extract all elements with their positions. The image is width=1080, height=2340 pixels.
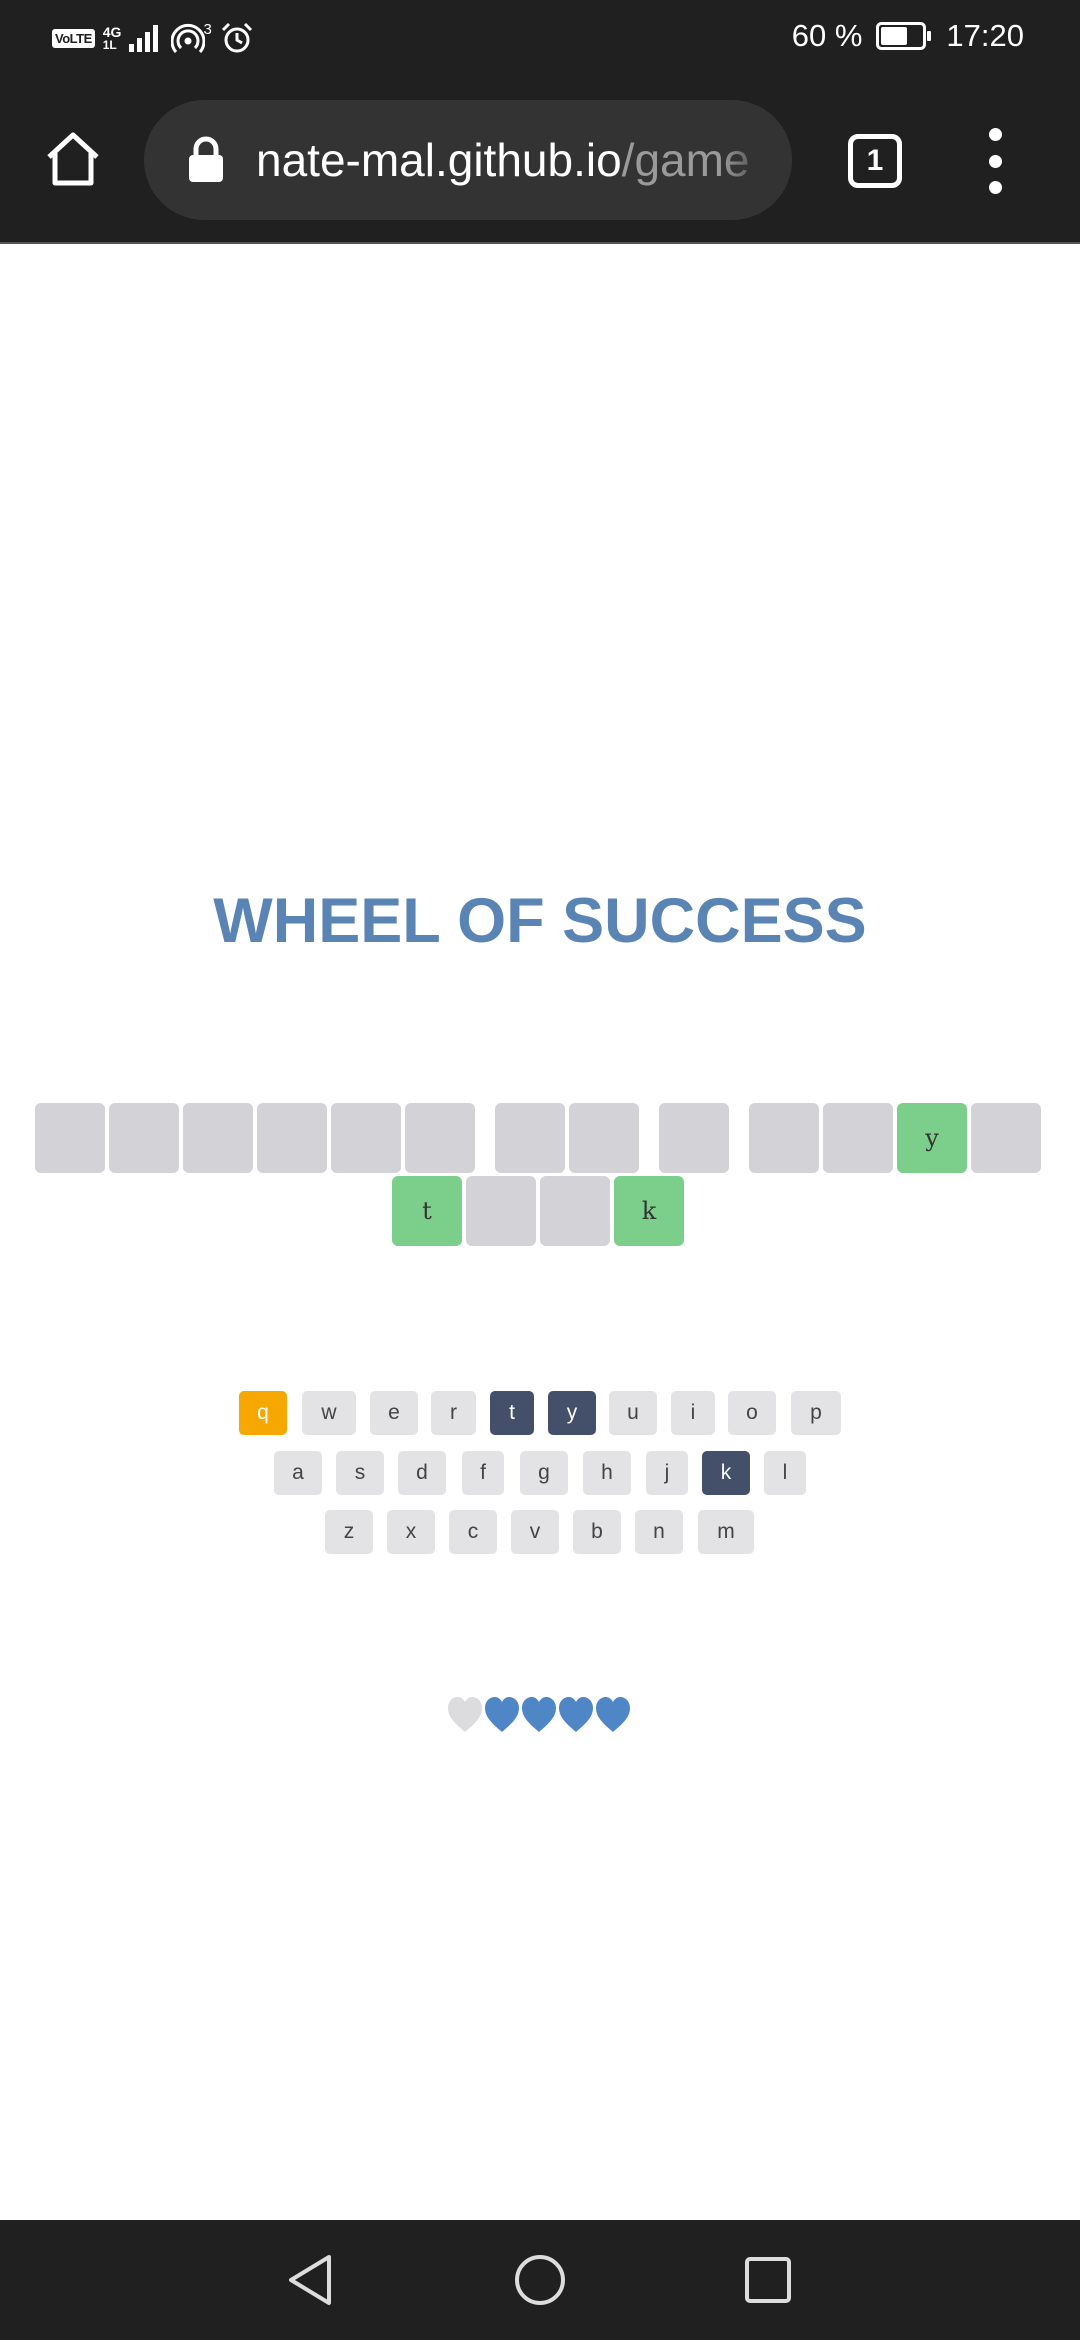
- puzzle-tile-hidden: [749, 1103, 819, 1173]
- key-n[interactable]: n: [635, 1510, 683, 1554]
- heart-full-icon: [522, 1697, 556, 1732]
- network-type: 4G: [102, 24, 122, 40]
- key-l[interactable]: l: [764, 1451, 806, 1495]
- puzzle-tile-hidden: [331, 1103, 401, 1173]
- hotspot-count: 3: [203, 20, 212, 38]
- back-button[interactable]: [280, 2250, 340, 2310]
- clock: 17:20: [946, 18, 1024, 53]
- game-title: WHEEL OF SUCCESS: [213, 886, 867, 956]
- key-u[interactable]: u: [609, 1391, 657, 1435]
- puzzle-tile-revealed: t: [392, 1176, 462, 1246]
- menu-dot: [988, 154, 1002, 168]
- puzzle-tile-hidden: [405, 1103, 475, 1173]
- key-q[interactable]: q: [239, 1391, 287, 1435]
- url-domain: nate-mal.github.io: [256, 134, 622, 186]
- battery-icon: [876, 22, 932, 50]
- puzzle-tile-hidden: [971, 1103, 1041, 1173]
- key-o[interactable]: o: [728, 1391, 776, 1435]
- puzzle-tile-hidden: [569, 1103, 639, 1173]
- key-t[interactable]: t: [490, 1391, 534, 1435]
- key-c[interactable]: c: [449, 1510, 497, 1554]
- key-v[interactable]: v: [511, 1510, 559, 1554]
- hotspot-icon: [171, 23, 206, 53]
- square-recents-icon: [745, 2257, 791, 2303]
- puzzle-tile-hidden: [35, 1103, 105, 1173]
- puzzle-tile-hidden: [257, 1103, 327, 1173]
- puzzle-tile-revealed: y: [897, 1103, 967, 1173]
- key-a[interactable]: a: [274, 1451, 322, 1495]
- home-icon: [47, 132, 99, 186]
- heart-full-icon: [559, 1697, 593, 1732]
- heart-empty-icon: [448, 1697, 482, 1732]
- heart-full-icon: [485, 1697, 519, 1732]
- puzzle-tile-revealed: k: [614, 1176, 684, 1246]
- home-button[interactable]: [40, 126, 106, 192]
- recents-button[interactable]: [738, 2250, 798, 2310]
- alarm-icon: [221, 22, 252, 53]
- puzzle-tile-hidden: [183, 1103, 253, 1173]
- key-i[interactable]: i: [671, 1391, 715, 1435]
- puzzle-tile-hidden: [109, 1103, 179, 1173]
- puzzle-tile-hidden: [466, 1176, 536, 1246]
- network-subtype: 1L: [102, 38, 117, 52]
- key-g[interactable]: g: [520, 1451, 568, 1495]
- key-r[interactable]: r: [431, 1391, 476, 1435]
- overflow-menu-button[interactable]: [980, 128, 1010, 194]
- circle-home-icon: [515, 2255, 565, 2305]
- key-j[interactable]: j: [646, 1451, 688, 1495]
- key-y[interactable]: y: [548, 1391, 596, 1435]
- tab-switcher-button[interactable]: 1: [848, 134, 902, 188]
- puzzle-tile-hidden: [823, 1103, 893, 1173]
- menu-dot: [988, 128, 1002, 141]
- key-s[interactable]: s: [336, 1451, 384, 1495]
- back-icon: [289, 2255, 331, 2305]
- menu-dot: [988, 181, 1002, 194]
- key-x[interactable]: x: [387, 1510, 435, 1554]
- status-bar: VoLTE 4G 1L 3 60 % 17:20: [0, 0, 1080, 76]
- lock-icon: [189, 136, 223, 182]
- key-p[interactable]: p: [791, 1391, 841, 1435]
- url-fade: [722, 100, 792, 220]
- key-z[interactable]: z: [325, 1510, 373, 1554]
- key-b[interactable]: b: [573, 1510, 621, 1554]
- heart-full-icon: [596, 1697, 630, 1732]
- puzzle-tile-hidden: [495, 1103, 565, 1173]
- key-k[interactable]: k: [702, 1451, 750, 1495]
- signal-icon: [129, 25, 159, 52]
- puzzle-tile-hidden: [540, 1176, 610, 1246]
- home-nav-button[interactable]: [510, 2250, 570, 2310]
- battery-percent: 60 %: [791, 18, 863, 53]
- status-left-icons: VoLTE 4G 1L 3: [52, 18, 254, 58]
- volte-indicator: VoLTE: [52, 28, 95, 48]
- network-type-indicator: 4G 1L: [103, 25, 122, 51]
- lives-indicator: [447, 1695, 631, 1739]
- address-bar[interactable]: nate-mal.github.io/game: [144, 100, 792, 220]
- key-m[interactable]: m: [698, 1510, 754, 1554]
- key-f[interactable]: f: [462, 1451, 504, 1495]
- status-right-icons: 60 % 17:20: [792, 14, 1024, 58]
- browser-toolbar: nate-mal.github.io/game 1: [0, 76, 1080, 244]
- key-e[interactable]: e: [370, 1391, 418, 1435]
- key-w[interactable]: w: [302, 1391, 356, 1435]
- system-nav-bar: [0, 2220, 1080, 2340]
- key-h[interactable]: h: [583, 1451, 631, 1495]
- puzzle-tile-hidden: [659, 1103, 729, 1173]
- key-d[interactable]: d: [398, 1451, 446, 1495]
- url-text: nate-mal.github.io/game: [256, 133, 750, 187]
